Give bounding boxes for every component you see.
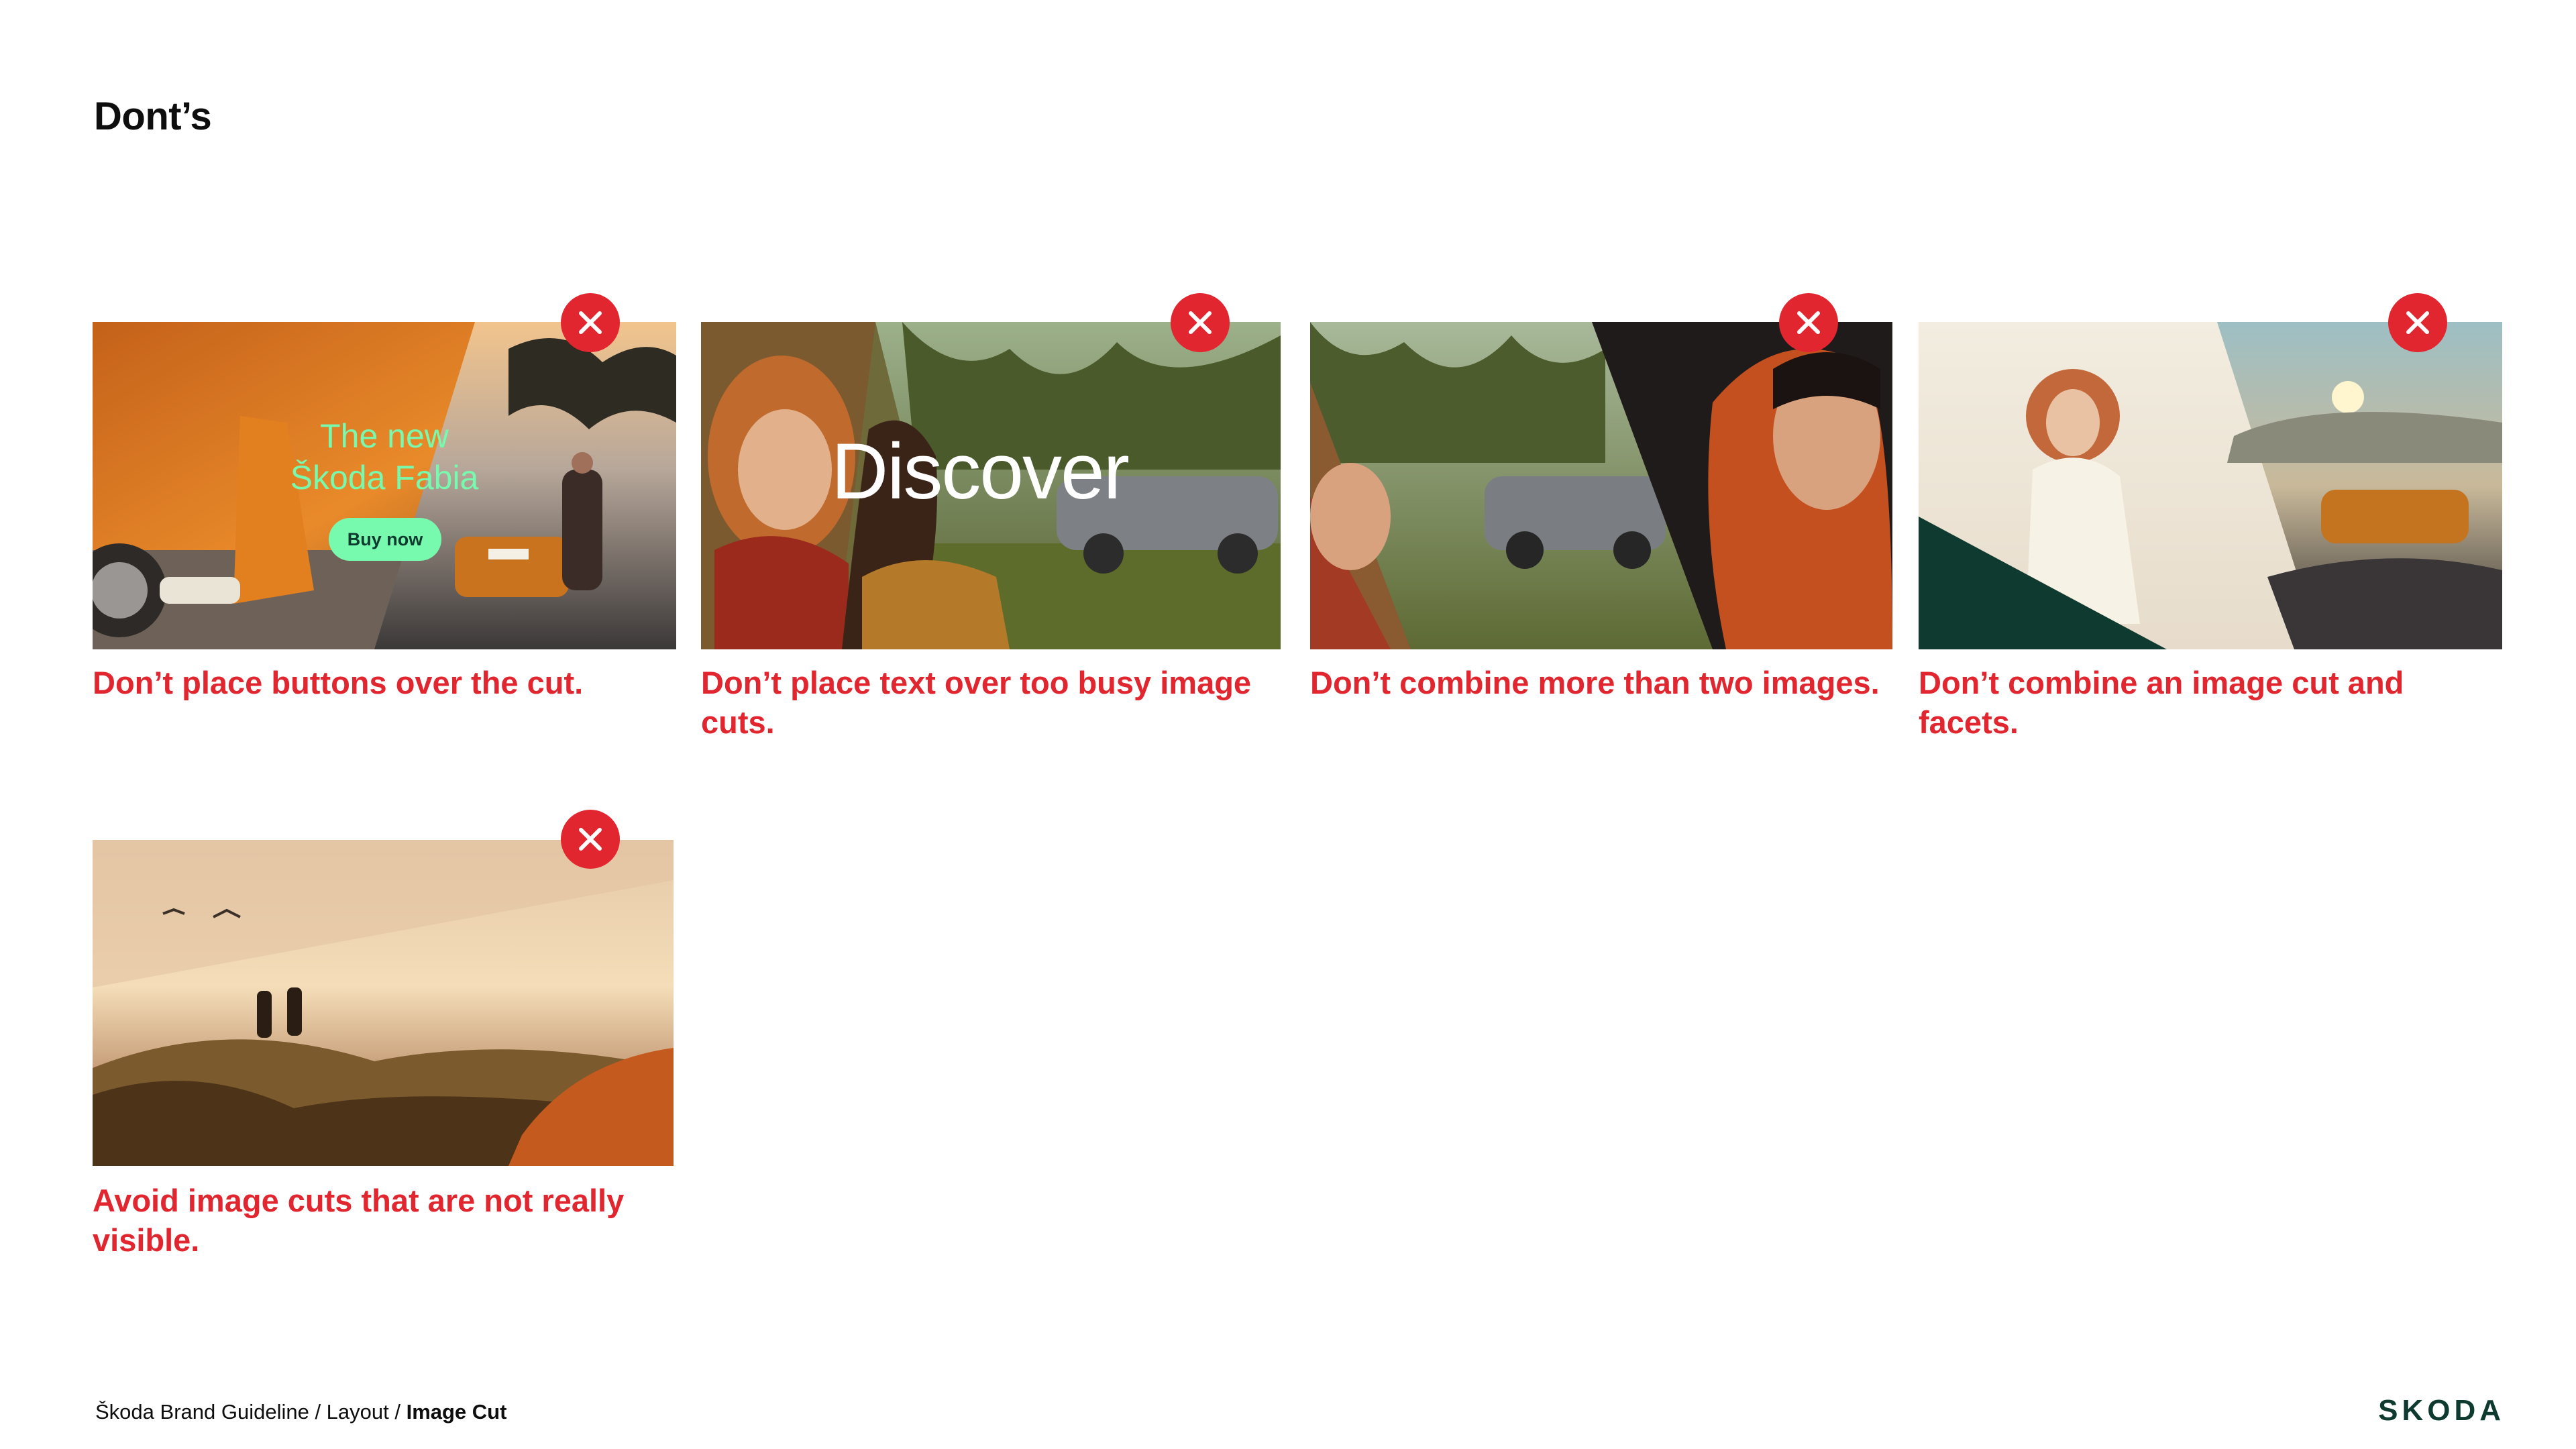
- breadcrumb-current: Image Cut: [406, 1400, 507, 1424]
- caption: Don’t combine an image cut and facets.: [1919, 665, 2404, 740]
- dont-card-text-over-busy-cut: Discover Don’t place text over too busy …: [701, 322, 1281, 765]
- page-title: Dont’s: [94, 95, 212, 138]
- overlay-headline-line1: The new: [320, 417, 449, 455]
- close-icon: [1779, 293, 1838, 352]
- close-icon: [2388, 293, 2447, 352]
- close-icon: [561, 810, 620, 869]
- example-image: The new Škoda Fabia Buy now: [93, 322, 676, 649]
- example-image: [93, 840, 674, 1166]
- caption: Avoid image cuts that are not really vis…: [93, 1183, 625, 1258]
- example-image: Discover: [701, 322, 1281, 649]
- close-icon: [561, 293, 620, 352]
- breadcrumb-prefix: Škoda Brand Guideline / Layout /: [95, 1400, 407, 1424]
- caption: Don’t combine more than two images.: [1310, 665, 1880, 700]
- close-icon: [1171, 293, 1230, 352]
- breadcrumb: Škoda Brand Guideline / Layout / Image C…: [95, 1400, 506, 1424]
- example-image: [1310, 322, 1892, 649]
- overlay-headline-line2: Škoda Fabia: [290, 459, 479, 496]
- caption: Don’t place buttons over the cut.: [93, 665, 584, 700]
- dont-card-more-than-two-images: Don’t combine more than two images.: [1310, 322, 1892, 765]
- buy-now-button[interactable]: Buy now: [329, 518, 441, 561]
- dont-card-buttons-over-cut: The new Škoda Fabia Buy now Don’t place …: [93, 322, 676, 738]
- dont-card-cut-not-visible: Avoid image cuts that are not really vis…: [93, 840, 674, 1283]
- skoda-logo: SKODA: [2378, 1394, 2505, 1427]
- overlay-headline: Discover: [831, 427, 1130, 516]
- caption: Don’t place text over too busy image cut…: [701, 665, 1252, 740]
- example-image: [1919, 322, 2502, 649]
- dont-card-cut-and-facets: Don’t combine an image cut and facets.: [1919, 322, 2502, 765]
